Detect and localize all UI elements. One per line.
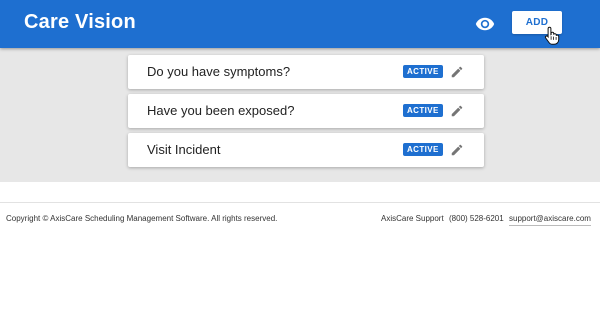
- list-item[interactable]: Visit Incident ACTIVE: [128, 133, 484, 167]
- hand-cursor-icon: [544, 26, 560, 45]
- eye-icon[interactable]: [474, 14, 496, 34]
- question-list: Do you have symptoms? ACTIVE Have you be…: [0, 48, 600, 182]
- support-phone[interactable]: (800) 528-6201: [449, 214, 504, 223]
- list-item[interactable]: Have you been exposed? ACTIVE: [128, 94, 484, 128]
- question-title: Do you have symptoms?: [147, 64, 291, 79]
- status-badge: ACTIVE: [403, 104, 443, 117]
- footer-divider: [0, 202, 600, 203]
- support-label: AxisCare Support: [381, 214, 444, 223]
- status-badge: ACTIVE: [403, 65, 443, 78]
- question-title: Visit Incident: [147, 142, 221, 157]
- edit-icon[interactable]: [450, 143, 464, 157]
- app-title: Care Vision: [24, 11, 136, 33]
- edit-icon[interactable]: [450, 104, 464, 118]
- app-header: Care Vision ADD: [0, 0, 600, 48]
- edit-icon[interactable]: [450, 65, 464, 79]
- list-item[interactable]: Do you have symptoms? ACTIVE: [128, 55, 484, 89]
- copyright-text: Copyright © AxisCare Scheduling Manageme…: [6, 214, 278, 223]
- status-badge: ACTIVE: [403, 143, 443, 156]
- question-title: Have you been exposed?: [147, 103, 295, 118]
- support-email-link[interactable]: support@axiscare.com: [509, 214, 591, 226]
